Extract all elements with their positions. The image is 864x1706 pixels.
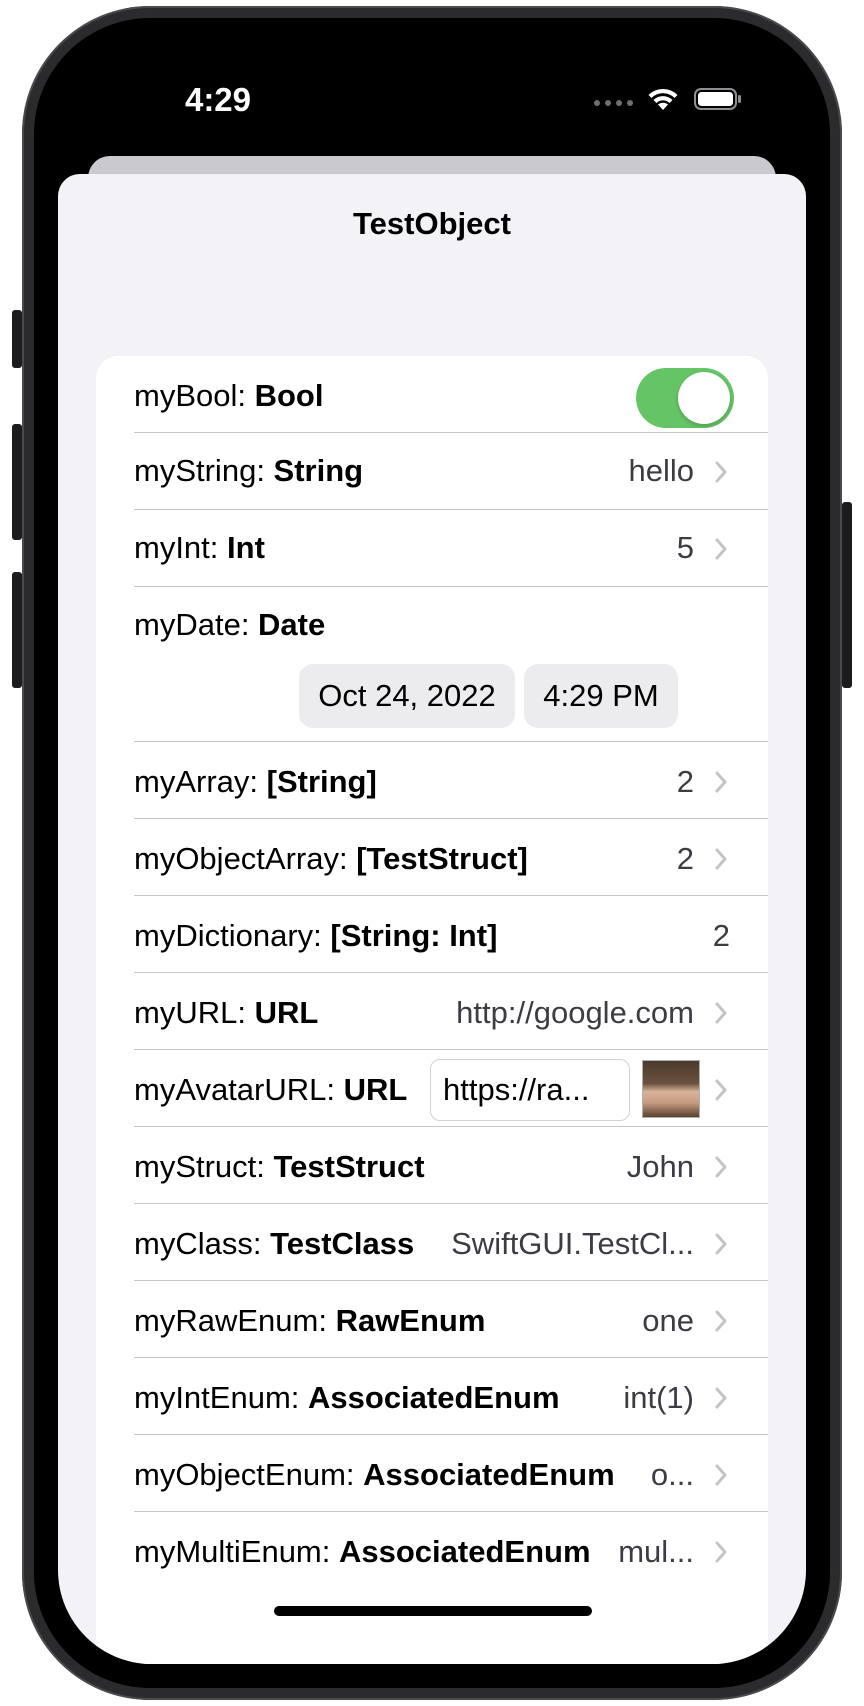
row-label: myObjectArray: [TestStruct]: [134, 841, 528, 876]
screen: 4:29 TestObject myBool: Bool myString: S…: [58, 42, 806, 1664]
row-value: SwiftGUI.TestCl...: [451, 1226, 694, 1261]
properties-list: myBool: Bool myString: String hello myIn…: [96, 356, 768, 1664]
row-value: hello: [628, 453, 695, 488]
row-value: 2: [676, 841, 694, 876]
nav-title: TestObject: [353, 206, 511, 241]
cellular-signal-icon: [594, 100, 633, 106]
mybool-toggle[interactable]: [636, 368, 734, 428]
row-mydate: myDate: Date Oct 24, 2022 4:29 PM: [96, 587, 768, 742]
chevron-right-icon: [715, 461, 727, 483]
row-label: myArray: [String]: [134, 764, 377, 799]
avatar-url-field[interactable]: https://ra...: [430, 1059, 630, 1121]
power-button: [842, 502, 852, 688]
chevron-right-icon: [715, 1464, 727, 1486]
row-value: John: [626, 1149, 694, 1184]
row-value: o...: [650, 1457, 694, 1492]
row-value: 5: [676, 530, 694, 565]
chevron-right-icon: [715, 771, 727, 793]
row-label: myURL: URL: [134, 995, 319, 1030]
row-value: 2: [676, 764, 694, 799]
modal-sheet: TestObject myBool: Bool myString: String…: [58, 174, 806, 1664]
time-picker-button[interactable]: 4:29 PM: [524, 664, 678, 728]
row-mystruct[interactable]: myStruct: TestStruct John: [96, 1127, 768, 1204]
row-myobjectarray[interactable]: myObjectArray: [TestStruct] 2: [96, 819, 768, 896]
row-value: 2: [712, 918, 730, 953]
mute-switch: [12, 310, 22, 368]
row-label: myAvatarURL: URL: [134, 1072, 408, 1107]
home-indicator[interactable]: [274, 1606, 592, 1616]
row-myclass[interactable]: myClass: TestClass SwiftGUI.TestCl...: [96, 1204, 768, 1281]
chevron-right-icon: [715, 1387, 727, 1409]
battery-icon: [694, 88, 741, 110]
row-myavatarurl[interactable]: myAvatarURL: URL https://ra...: [96, 1050, 768, 1127]
row-label: myDate: Date: [134, 607, 326, 642]
row-mybool: myBool: Bool: [96, 356, 768, 433]
volume-up-button: [12, 424, 22, 540]
chevron-right-icon: [715, 538, 727, 560]
row-myurl[interactable]: myURL: URL http://google.com: [96, 973, 768, 1050]
row-mydictionary: myDictionary: [String: Int] 2: [96, 896, 768, 973]
status-time: 4:29: [184, 81, 252, 118]
chevron-right-icon: [715, 1002, 727, 1024]
row-value: int(1): [623, 1380, 694, 1415]
row-label: myClass: TestClass: [134, 1226, 415, 1261]
row-label: myIntEnum: AssociatedEnum: [134, 1380, 560, 1415]
row-myint[interactable]: myInt: Int 5: [96, 510, 768, 587]
row-myarray[interactable]: myArray: [String] 2: [96, 742, 768, 819]
chevron-right-icon: [715, 1233, 727, 1255]
row-label: myInt: Int: [134, 530, 265, 565]
row-label: myMultiEnum: AssociatedEnum: [134, 1534, 591, 1569]
row-label: myDictionary: [String: Int]: [134, 918, 498, 953]
avatar-thumbnail: [642, 1060, 700, 1118]
row-mymultienum[interactable]: myMultiEnum: AssociatedEnum mul...: [96, 1512, 768, 1589]
chevron-right-icon: [715, 848, 727, 870]
chevron-right-icon: [715, 1156, 727, 1178]
row-myrawenum[interactable]: myRawEnum: RawEnum one: [96, 1281, 768, 1358]
row-value: one: [642, 1303, 694, 1338]
row-myintenum[interactable]: myIntEnum: AssociatedEnum int(1): [96, 1358, 768, 1435]
row-myobjectenum[interactable]: myObjectEnum: AssociatedEnum o...: [96, 1435, 768, 1512]
row-label: myBool: Bool: [134, 378, 324, 413]
row-value: mul...: [618, 1534, 694, 1569]
row-label: myObjectEnum: AssociatedEnum: [134, 1457, 615, 1492]
chevron-right-icon: [715, 1541, 727, 1563]
chevron-right-icon: [715, 1079, 727, 1101]
wifi-icon: [648, 88, 678, 110]
row-value: http://google.com: [456, 995, 694, 1030]
row-mystring[interactable]: myString: String hello: [96, 433, 768, 510]
row-label: myStruct: TestStruct: [134, 1149, 425, 1184]
chevron-right-icon: [715, 1310, 727, 1332]
toggle-knob: [678, 372, 730, 424]
row-label: myString: String: [134, 453, 364, 488]
volume-down-button: [12, 572, 22, 688]
date-picker-button[interactable]: Oct 24, 2022: [299, 664, 515, 728]
row-label: myRawEnum: RawEnum: [134, 1303, 486, 1338]
